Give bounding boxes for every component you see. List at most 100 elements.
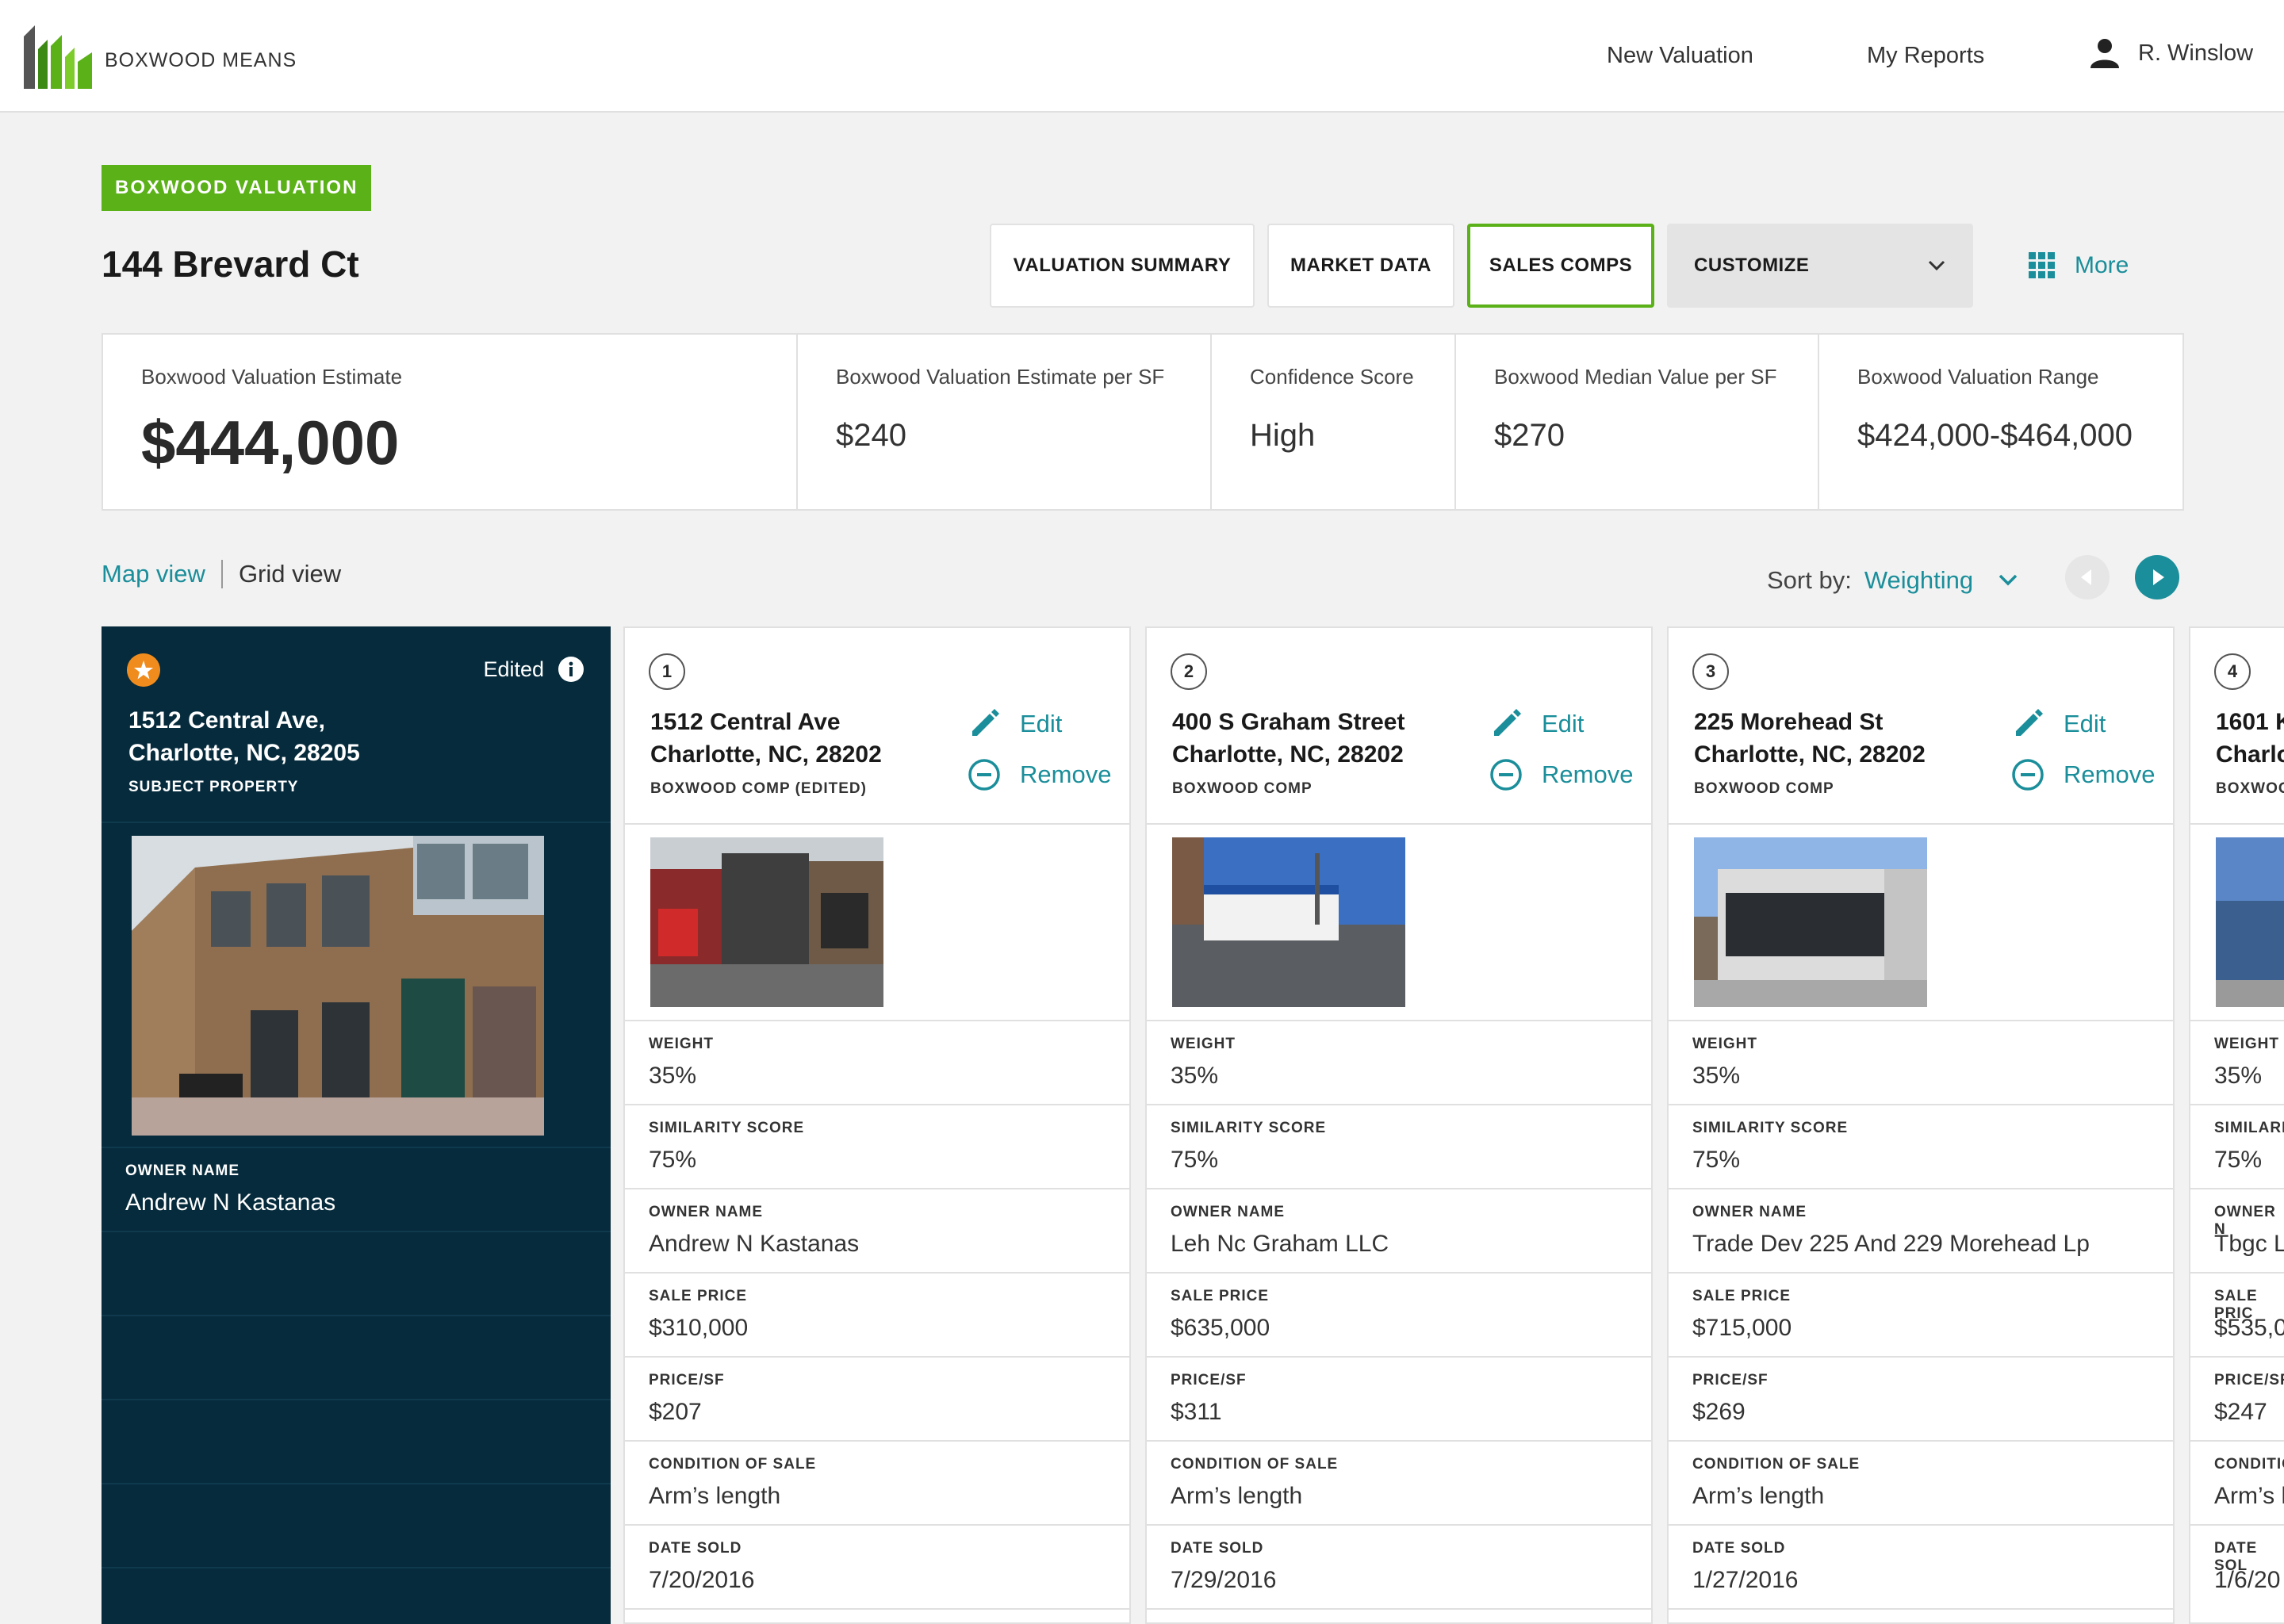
sale-price-value: $635,000 [1171, 1315, 1270, 1341]
price-sf-label: PRICE/SF [649, 1372, 725, 1388]
price-sf-value: $269 [1692, 1399, 1746, 1425]
comp-card[interactable]: 3 225 Morehead St Charlotte, NC, 28202 B… [1667, 626, 2175, 1624]
boxwood-logo-icon[interactable] [24, 25, 95, 89]
remove-button[interactable]: Remove [2011, 758, 2155, 791]
top-navigation-bar: BOXWOOD MEANS New Valuation My Reports R… [0, 0, 2284, 113]
owner-label: OWNER NAME [649, 1204, 764, 1220]
more-button[interactable]: More [2029, 252, 2129, 279]
pencil-icon [972, 709, 999, 736]
comp-photo [1172, 837, 1405, 1007]
date-sold-label: DATE SOLD [1171, 1540, 1264, 1557]
weight-label: WEIGHT [649, 1036, 714, 1052]
edit-label: Edit [1020, 710, 1063, 737]
summary-value: $240 [836, 418, 906, 453]
remove-label: Remove [1020, 760, 1112, 788]
sort-control: Sort by: Weighting [1767, 566, 2019, 595]
edited-label: Edited [483, 657, 544, 681]
view-divider [220, 560, 223, 588]
divider [1669, 823, 2173, 825]
subject-empty-row [102, 1399, 611, 1483]
similarity-value: 75% [2214, 1147, 2263, 1173]
sale-price-label: SALE PRICE [649, 1288, 748, 1304]
similarity-label: SIMILARITY SCORE [649, 1120, 805, 1136]
weight-value: 35% [1171, 1063, 1219, 1089]
summary-estimate-per-sf: Boxwood Valuation Estimate per SF $240 [798, 335, 1212, 509]
comp-card[interactable]: 2 400 S Graham Street Charlotte, NC, 282… [1145, 626, 1653, 1624]
similarity-row: SIMILARITY SCORE 75% [1147, 1104, 1651, 1188]
more-label: More [2075, 252, 2129, 278]
owner-label: OWNER NAME [1171, 1204, 1286, 1220]
chevron-down-icon[interactable] [1997, 573, 2019, 588]
summary-label: Confidence Score [1250, 365, 1414, 389]
summary-value: $424,000-$464,000 [1857, 418, 2133, 453]
weight-value: 35% [649, 1063, 697, 1089]
prev-arrow-button[interactable] [2065, 555, 2110, 599]
nav-new-valuation[interactable]: New Valuation [1607, 43, 1753, 69]
summary-label: Boxwood Valuation Estimate [141, 365, 403, 389]
similarity-value: 75% [649, 1147, 697, 1173]
map-view-link[interactable]: Map view [102, 560, 205, 588]
brand-name: BOXWOOD MEANS [105, 49, 297, 71]
summary-median-per-sf: Boxwood Median Value per SF $270 [1456, 335, 1819, 509]
date-sold-value: 7/20/2016 [649, 1567, 755, 1593]
subject-owner-row: OWNER NAME Andrew N Kastanas [102, 1147, 611, 1231]
grid-view-link[interactable]: Grid view [239, 560, 341, 588]
tab-valuation-summary[interactable]: VALUATION SUMMARY [990, 224, 1255, 308]
divider [1669, 1608, 2173, 1610]
subject-property-card[interactable]: Edited 1512 Central Ave, Charlotte, NC, … [102, 626, 611, 1624]
comp-photo [650, 837, 883, 1007]
sort-dropdown[interactable]: Weighting [1864, 566, 1973, 595]
remove-button[interactable]: Remove [968, 758, 1111, 791]
summary-range: Boxwood Valuation Range $424,000-$464,00… [1819, 335, 2182, 509]
owner-value: Leh Nc Graham LLC [1171, 1231, 1389, 1257]
similarity-row: SIMILARIT 75% [2190, 1104, 2284, 1188]
subject-owner-row [102, 980, 611, 1064]
tab-sales-comps[interactable]: SALES COMPS [1467, 224, 1654, 308]
summary-value: $270 [1494, 418, 1565, 453]
date-sold-row: DATE SOLD 7/29/2016 [1147, 1524, 1651, 1608]
condition-row: CONDITION OF SALE Arm’s length [625, 1440, 1129, 1524]
summary-value: High [1250, 418, 1316, 453]
tab-market-data[interactable]: MARKET DATA [1267, 224, 1454, 308]
nav-my-reports[interactable]: My Reports [1867, 43, 1984, 69]
remove-button[interactable]: Remove [1489, 758, 1633, 791]
condition-label: CONDITION OF SALE [1692, 1456, 1861, 1473]
comp-number: 4 [2214, 653, 2251, 690]
owner-row: OWNER N Tbgc L [2190, 1188, 2284, 1272]
weight-label: WEIGHT [2214, 1036, 2279, 1052]
condition-row: CONDITION OF SALE Arm’s length [1669, 1440, 2173, 1524]
divider [1147, 1608, 1651, 1610]
edit-label: Edit [1542, 710, 1585, 737]
date-sold-row: DATE SOLD 7/20/2016 [625, 1524, 1129, 1608]
comp-type-label: BOXWOO [2216, 780, 2284, 797]
price-sf-row: PRICE/SF $247 [2190, 1356, 2284, 1440]
sale-price-value: $535,0 [2214, 1315, 2284, 1341]
address-line-2: Charlo [2216, 741, 2284, 768]
weight-label: WEIGHT [1171, 1036, 1236, 1052]
view-toggle: Map view Grid view [102, 560, 341, 588]
similarity-label: SIMILARIT [2214, 1120, 2284, 1136]
price-sf-value: $247 [2214, 1399, 2267, 1425]
condition-label: CONDITION OF SALE [1171, 1456, 1339, 1473]
info-icon[interactable] [558, 657, 584, 682]
address-line-2: Charlotte, NC, 28205 [128, 740, 360, 766]
weight-label: WEIGHT [1692, 1036, 1757, 1052]
comp-card[interactable]: 4 1601 K Charlo BOXWOO WEIGHT 35% SIMILAR… [2189, 626, 2284, 1624]
owner-row: OWNER NAME Andrew N Kastanas [625, 1188, 1129, 1272]
edit-button[interactable]: Edit [968, 707, 1062, 741]
summary-value: $444,000 [141, 408, 400, 477]
remove-label: Remove [1542, 760, 1634, 788]
next-arrow-button[interactable] [2135, 555, 2179, 599]
minus-circle-icon [968, 759, 1000, 791]
user-menu[interactable]: R. Winslow [2090, 38, 2253, 68]
customize-dropdown[interactable]: CUSTOMIZE [1667, 224, 1973, 308]
edit-button[interactable]: Edit [2011, 707, 2106, 741]
comp-card[interactable]: 1 1512 Central Ave Charlotte, NC, 28202 … [623, 626, 1131, 1624]
price-sf-label: PRICE/SF [1171, 1372, 1247, 1388]
owner-value: Trade Dev 225 And 229 Morehead Lp [1692, 1231, 2090, 1257]
edit-button[interactable]: Edit [1489, 707, 1584, 741]
address-line-2: Charlotte, NC, 28202 [650, 741, 882, 768]
address-line-1: 225 Morehead St [1694, 709, 1884, 735]
condition-row: CONDITION OF SALE Arm’s length [1147, 1440, 1651, 1524]
owner-value: Tbgc L [2214, 1231, 2284, 1257]
